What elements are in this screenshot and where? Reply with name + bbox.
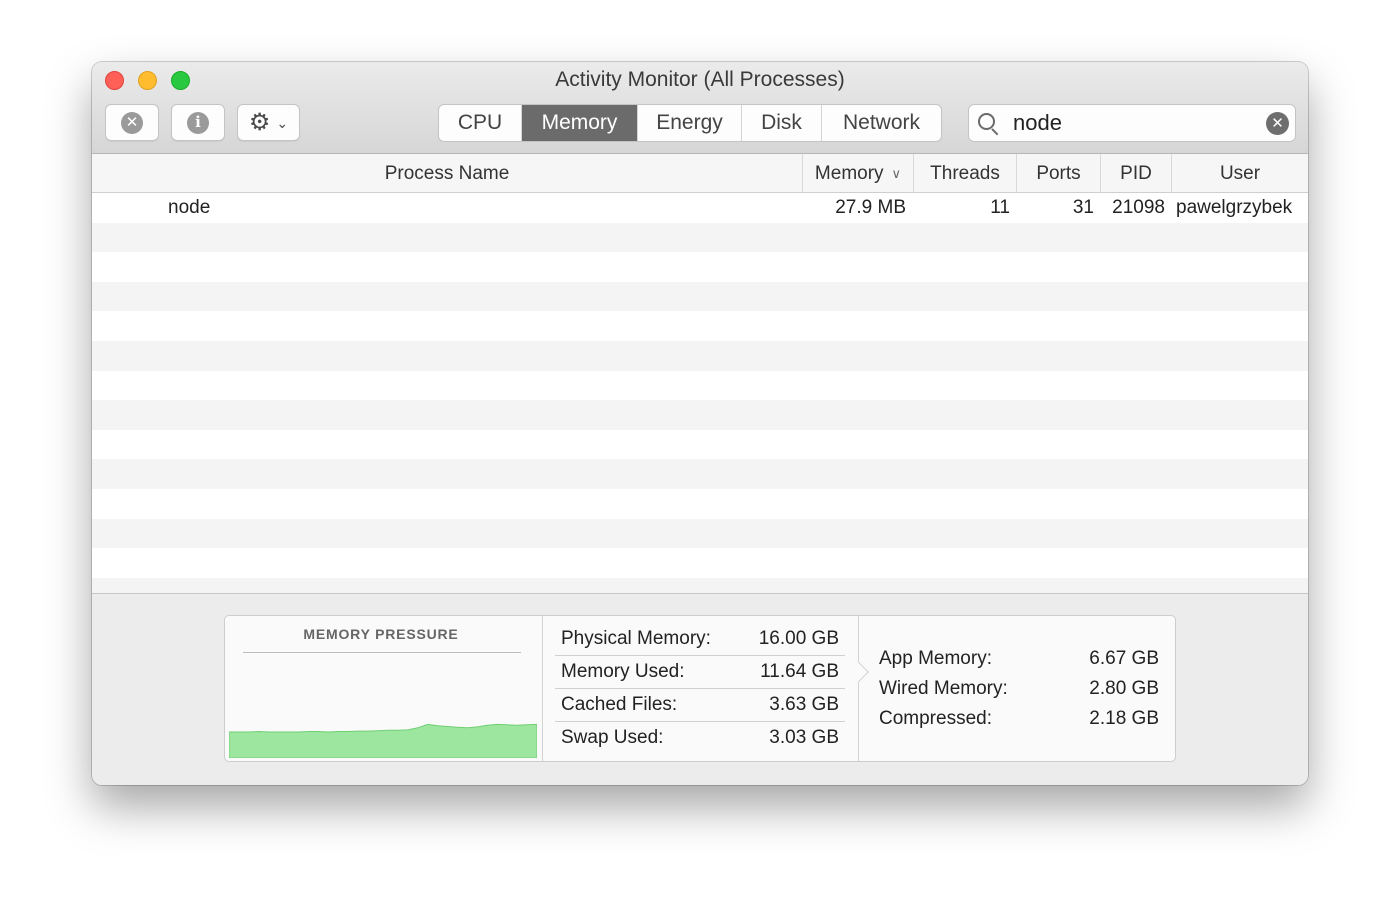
cell-memory: 27.9 MB xyxy=(835,197,906,218)
close-circle-icon: ✕ xyxy=(121,111,143,134)
memory-pressure-title: MEMORY PRESSURE xyxy=(303,626,459,642)
stat-value: 2.18 GB xyxy=(1089,708,1159,729)
stat-physical-memory: Physical Memory: 16.00 GB xyxy=(555,623,845,656)
memory-stats-box: MEMORY PRESSURE Physical Memory: 16.00 G… xyxy=(224,615,1176,762)
search-field[interactable]: node ✕ xyxy=(968,104,1296,142)
stat-label: Memory Used: xyxy=(561,661,685,682)
stat-label: Cached Files: xyxy=(561,694,678,715)
empty-row xyxy=(92,459,1308,489)
stat-label: Compressed: xyxy=(879,708,992,729)
column-header-pid[interactable]: PID xyxy=(1100,154,1171,193)
view-tabs: CPU Memory Energy Disk Network xyxy=(438,104,942,142)
empty-row xyxy=(92,489,1308,519)
clear-search-icon[interactable]: ✕ xyxy=(1266,112,1289,135)
process-table: node 27.9 MB 11 31 21098 pawelgrzybek xyxy=(92,193,1308,593)
cell-process-name: node xyxy=(168,197,211,218)
empty-row xyxy=(92,400,1308,430)
table-header: Process Name Memory ∨ Threads Ports PID … xyxy=(92,154,1308,193)
stat-label: Physical Memory: xyxy=(561,628,711,649)
gear-icon: ⚙ xyxy=(248,108,271,136)
stat-value: 2.80 GB xyxy=(1089,678,1159,699)
stat-swap-used: Swap Used: 3.03 GB xyxy=(555,722,845,755)
empty-row xyxy=(92,222,1308,253)
stat-value: 6.67 GB xyxy=(1089,648,1159,669)
column-header-process-name[interactable]: Process Name xyxy=(92,154,802,193)
column-header-label: User xyxy=(1219,162,1261,184)
empty-row xyxy=(92,518,1308,549)
cell-user: pawelgrzybek xyxy=(1176,197,1293,218)
memory-pressure-area xyxy=(229,723,537,758)
memory-summary-panel: MEMORY PRESSURE Physical Memory: 16.00 G… xyxy=(92,593,1308,785)
title-bar: Activity Monitor (All Processes) ✕ i ⚙ ⌄… xyxy=(92,62,1308,154)
stat-value: 3.63 GB xyxy=(769,694,839,715)
cell-ports: 31 xyxy=(1072,197,1094,218)
stat-memory-used[interactable]: Memory Used: 11.64 GB xyxy=(555,656,845,689)
column-header-user[interactable]: User xyxy=(1171,154,1308,193)
tab-cpu[interactable]: CPU xyxy=(439,105,522,141)
column-header-label: Process Name xyxy=(384,162,510,184)
column-header-threads[interactable]: Threads xyxy=(913,154,1016,193)
stat-compressed: Compressed: 2.18 GB xyxy=(879,705,1159,735)
empty-row xyxy=(92,311,1308,341)
column-header-memory[interactable]: Memory ∨ xyxy=(802,154,913,193)
memory-breakdown-section: App Memory: 6.67 GB Wired Memory: 2.80 G… xyxy=(859,616,1175,761)
info-button[interactable]: i xyxy=(171,104,225,141)
column-header-ports[interactable]: Ports xyxy=(1016,154,1100,193)
empty-row xyxy=(92,548,1308,578)
stat-label: Swap Used: xyxy=(561,727,664,748)
stop-process-button[interactable]: ✕ xyxy=(105,104,159,141)
empty-row xyxy=(92,252,1308,282)
activity-monitor-window: Activity Monitor (All Processes) ✕ i ⚙ ⌄… xyxy=(92,62,1308,785)
column-header-label: Threads xyxy=(930,162,1000,184)
tab-memory[interactable]: Memory xyxy=(522,105,638,141)
actions-menu-button[interactable]: ⚙ ⌄ xyxy=(237,104,300,141)
stat-label: App Memory: xyxy=(879,648,992,669)
stat-cached-files: Cached Files: 3.63 GB xyxy=(555,689,845,722)
tab-disk[interactable]: Disk xyxy=(742,105,822,141)
column-header-label: Memory xyxy=(814,162,884,184)
divider xyxy=(243,652,521,653)
empty-row xyxy=(92,341,1308,371)
table-row[interactable]: node 27.9 MB 11 31 21098 pawelgrzybek xyxy=(92,193,1308,223)
cell-pid: 21098 xyxy=(1112,197,1165,218)
memory-pressure-section: MEMORY PRESSURE xyxy=(225,616,543,761)
info-icon: i xyxy=(187,111,209,134)
memory-usage-section: Physical Memory: 16.00 GB Memory Used: 1… xyxy=(543,616,869,761)
search-icon xyxy=(978,113,1000,136)
empty-row xyxy=(92,430,1308,460)
column-header-label: Ports xyxy=(1036,162,1081,184)
stat-value: 11.64 GB xyxy=(760,661,839,682)
cell-threads: 11 xyxy=(990,197,1010,218)
column-header-label: PID xyxy=(1120,162,1152,184)
empty-row xyxy=(92,577,1308,593)
empty-row xyxy=(92,281,1308,312)
memory-pressure-graph xyxy=(229,723,537,758)
stat-value: 16.00 GB xyxy=(758,628,839,649)
stat-value: 3.03 GB xyxy=(769,727,839,748)
sort-descending-icon: ∨ xyxy=(891,165,902,181)
tab-energy[interactable]: Energy xyxy=(638,105,742,141)
chevron-down-icon: ⌄ xyxy=(276,114,289,131)
empty-row xyxy=(92,371,1308,401)
window-title: Activity Monitor (All Processes) xyxy=(555,68,845,91)
stat-wired-memory: Wired Memory: 2.80 GB xyxy=(879,675,1159,705)
search-input[interactable]: node xyxy=(1013,110,1062,136)
tab-network[interactable]: Network xyxy=(822,105,941,141)
stat-app-memory: App Memory: 6.67 GB xyxy=(879,645,1159,675)
stat-label: Wired Memory: xyxy=(879,678,1008,699)
